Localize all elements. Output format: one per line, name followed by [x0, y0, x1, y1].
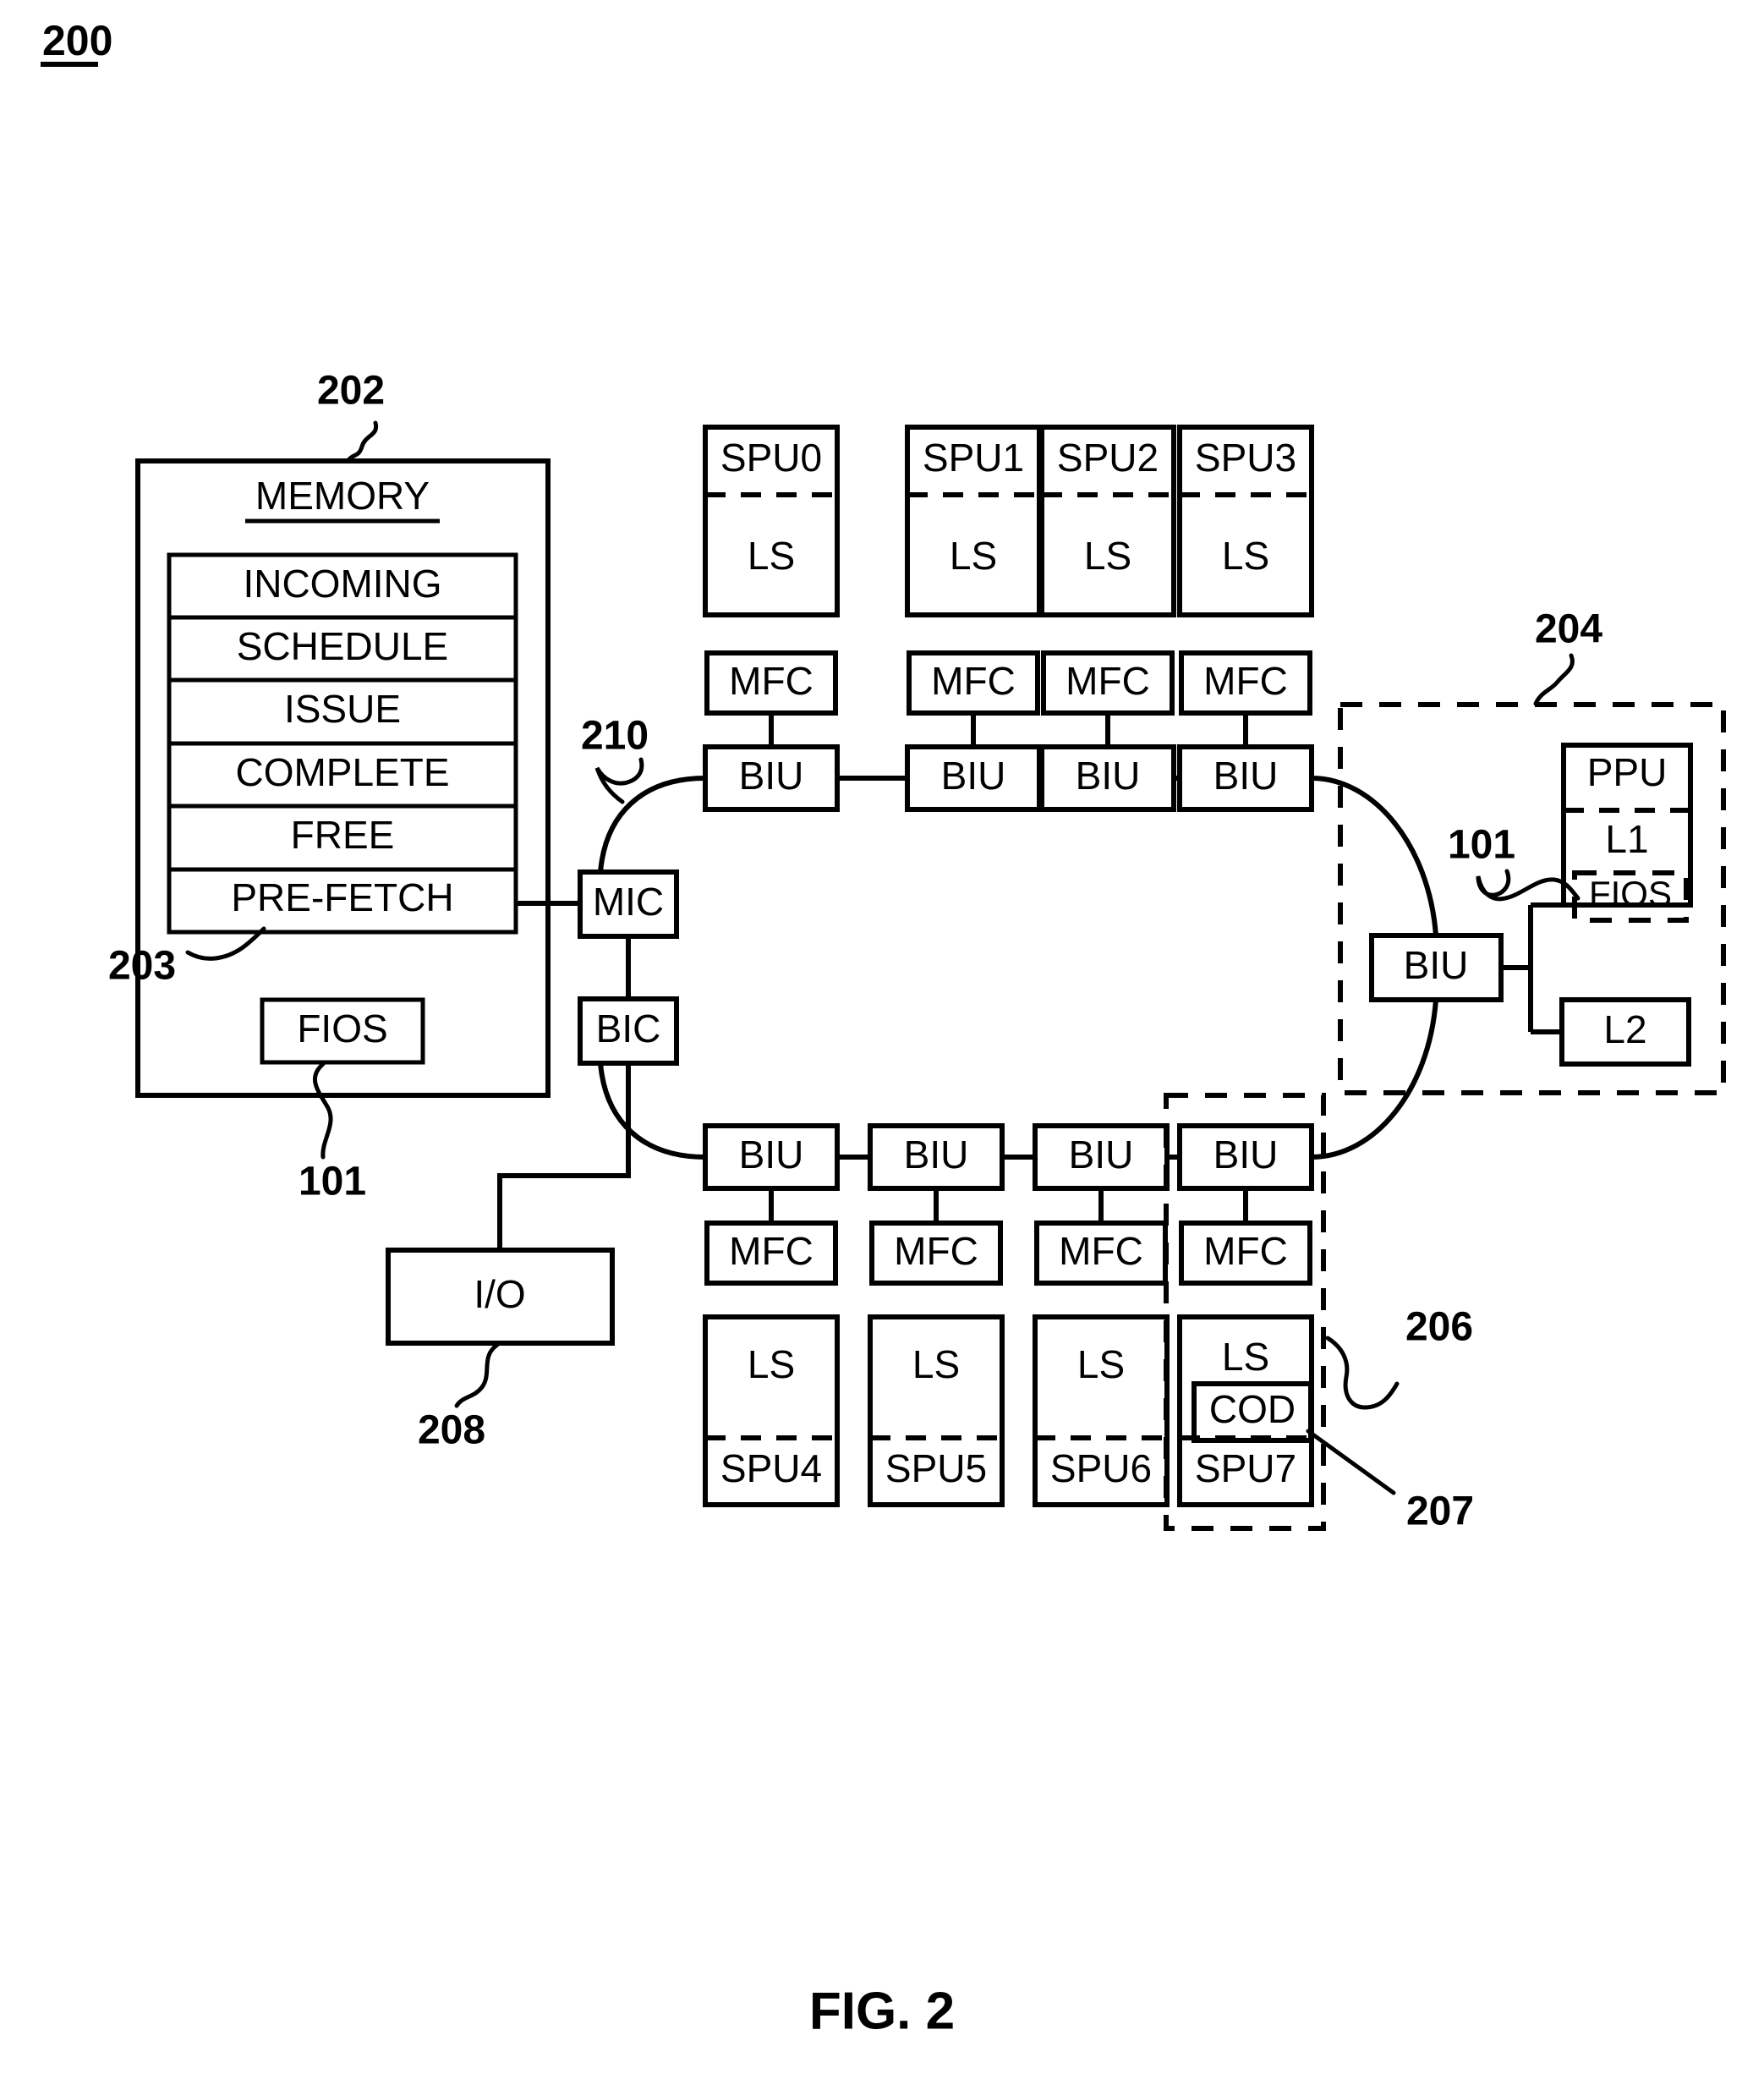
ppu-l1-label: L1: [1605, 817, 1648, 861]
spu-column-4: BIU MFC LS SPU4: [703, 1123, 840, 1507]
spu-column-3: SPU3 LS MFC BIU: [1177, 425, 1314, 812]
ring-arc-top-left: [598, 776, 706, 873]
spu6-biu-label: BIU: [1069, 1133, 1134, 1177]
ppu-group-ref-leader: [1533, 653, 1575, 706]
spu6-mfc-label: MFC: [1059, 1229, 1143, 1273]
spu4-mfc-label: MFC: [729, 1229, 814, 1273]
spu-column-0: SPU0 LS MFC BIU: [703, 425, 840, 812]
spu7-group-ref-leader: [1325, 1336, 1400, 1410]
spu-column-6: BIU MFC LS SPU6: [1033, 1123, 1170, 1507]
ring-arc-bottom-right: [1311, 999, 1438, 1160]
memory-fios-ref-leader: [312, 1061, 333, 1160]
spu-column-1: SPU1 LS MFC BIU: [905, 425, 1042, 812]
spu5-name: SPU5: [885, 1446, 987, 1490]
queue-item-schedule: SCHEDULE: [237, 624, 449, 668]
spu2-name: SPU2: [1057, 436, 1159, 480]
spu1-mfc-label: MFC: [931, 659, 1016, 703]
spu7-biu-label: BIU: [1213, 1133, 1279, 1177]
spu5-mfc-label: MFC: [894, 1229, 978, 1273]
spu1-ls-label: LS: [950, 534, 997, 578]
io-ref-leader: [454, 1342, 500, 1408]
memory-interface-controller: MIC: [578, 869, 679, 939]
spu7-mfc-label: MFC: [1203, 1229, 1288, 1273]
memory-title: MEMORY: [255, 474, 430, 518]
l2-label: L2: [1603, 1007, 1646, 1051]
memory-block: 202 MEMORY INCOMING SCHEDULE ISSUE COMPL…: [108, 369, 580, 1204]
ring-arc-top-right: [1311, 776, 1438, 936]
spu6-ls-label: LS: [1077, 1342, 1125, 1386]
spu1-biu-label: BIU: [941, 754, 1006, 798]
figure-caption: FIG. 2: [809, 1982, 955, 2040]
spu7-cod-ref: 207: [1306, 1429, 1474, 1534]
spu6-name: SPU6: [1050, 1446, 1152, 1490]
memory-ref-leader: [346, 420, 379, 463]
queue-item-issue: ISSUE: [284, 687, 401, 731]
spu0-mfc-label: MFC: [729, 659, 814, 703]
spu2-mfc-label: MFC: [1066, 659, 1150, 703]
ppu-group-204: 204 PPU L1 FIOS 101 BIU L2: [1338, 607, 1726, 1095]
spu3-name: SPU3: [1195, 436, 1296, 480]
spu7-ls-label: LS: [1222, 1335, 1269, 1379]
ring-ref-210: 210: [581, 714, 649, 759]
spu0-name: SPU0: [720, 436, 822, 480]
spu-column-7: BIU MFC LS COD SPU7: [1177, 1123, 1314, 1507]
queue-item-free: FREE: [291, 813, 395, 857]
spu4-ls-label: LS: [748, 1342, 795, 1386]
spu7-cod-label: COD: [1209, 1387, 1296, 1431]
spu5-ls-label: LS: [912, 1342, 960, 1386]
spu3-biu-label: BIU: [1213, 754, 1279, 798]
figure-number-200: 200: [41, 17, 112, 67]
memory-ref-202: 202: [317, 369, 385, 414]
spu3-ls-label: LS: [1222, 534, 1269, 578]
spu-column-5: BIU MFC LS SPU5: [868, 1123, 1005, 1507]
figure-number-text: 200: [42, 17, 112, 64]
io-label: I/O: [474, 1272, 525, 1316]
spu3-mfc-label: MFC: [1203, 659, 1288, 703]
ppu-fios-ref-101: 101: [1448, 823, 1515, 868]
memory-fios-ref-101: 101: [299, 1160, 366, 1204]
spu4-name: SPU4: [720, 1446, 822, 1490]
spu2-biu-label: BIU: [1076, 754, 1141, 798]
spu7-group-ref: 206: [1325, 1305, 1473, 1410]
bic-io-wire: [497, 1063, 631, 1250]
bic-label: BIC: [596, 1007, 661, 1050]
spu4-biu-label: BIU: [739, 1133, 804, 1177]
queue-item-incoming: INCOMING: [243, 562, 441, 606]
io-block: I/O 208: [386, 1248, 615, 1453]
ppu-fios-label: FIOS: [1589, 874, 1672, 913]
spu7-group-ref-206: 206: [1405, 1305, 1473, 1350]
ppu-biu-label: BIU: [1404, 943, 1469, 987]
ppu-group-ref-204: 204: [1535, 607, 1602, 652]
spu0-biu-label: BIU: [739, 754, 804, 798]
memory-fios-label: FIOS: [297, 1007, 387, 1050]
queue-item-prefetch: PRE-FETCH: [231, 875, 453, 919]
spu2-ls-label: LS: [1084, 534, 1131, 578]
bus-interface-controller: BIC: [578, 996, 679, 1066]
spu1-name: SPU1: [923, 436, 1024, 480]
mic-label: MIC: [593, 880, 664, 924]
memory-queue-ref-203: 203: [108, 944, 176, 989]
spu0-ls-label: LS: [748, 534, 795, 578]
patent-figure-200: 200 202 MEMORY INCOMING SCHEDULE ISSUE C…: [0, 0, 1764, 2090]
spu7-name: SPU7: [1195, 1446, 1296, 1490]
spu7-cod-ref-207: 207: [1406, 1489, 1474, 1534]
spu5-biu-label: BIU: [904, 1133, 969, 1177]
bic-to-io-wiring: [497, 1063, 631, 1250]
ring-bus: 210: [581, 714, 1438, 1160]
spu-column-2: SPU2 LS MFC BIU: [1039, 425, 1176, 812]
ppu-label: PPU: [1587, 750, 1668, 794]
ring-ref-leader: [594, 757, 644, 804]
queue-item-complete: COMPLETE: [235, 750, 449, 794]
ring-arc-bottom-left: [598, 1062, 706, 1160]
io-ref-208: 208: [418, 1408, 485, 1453]
